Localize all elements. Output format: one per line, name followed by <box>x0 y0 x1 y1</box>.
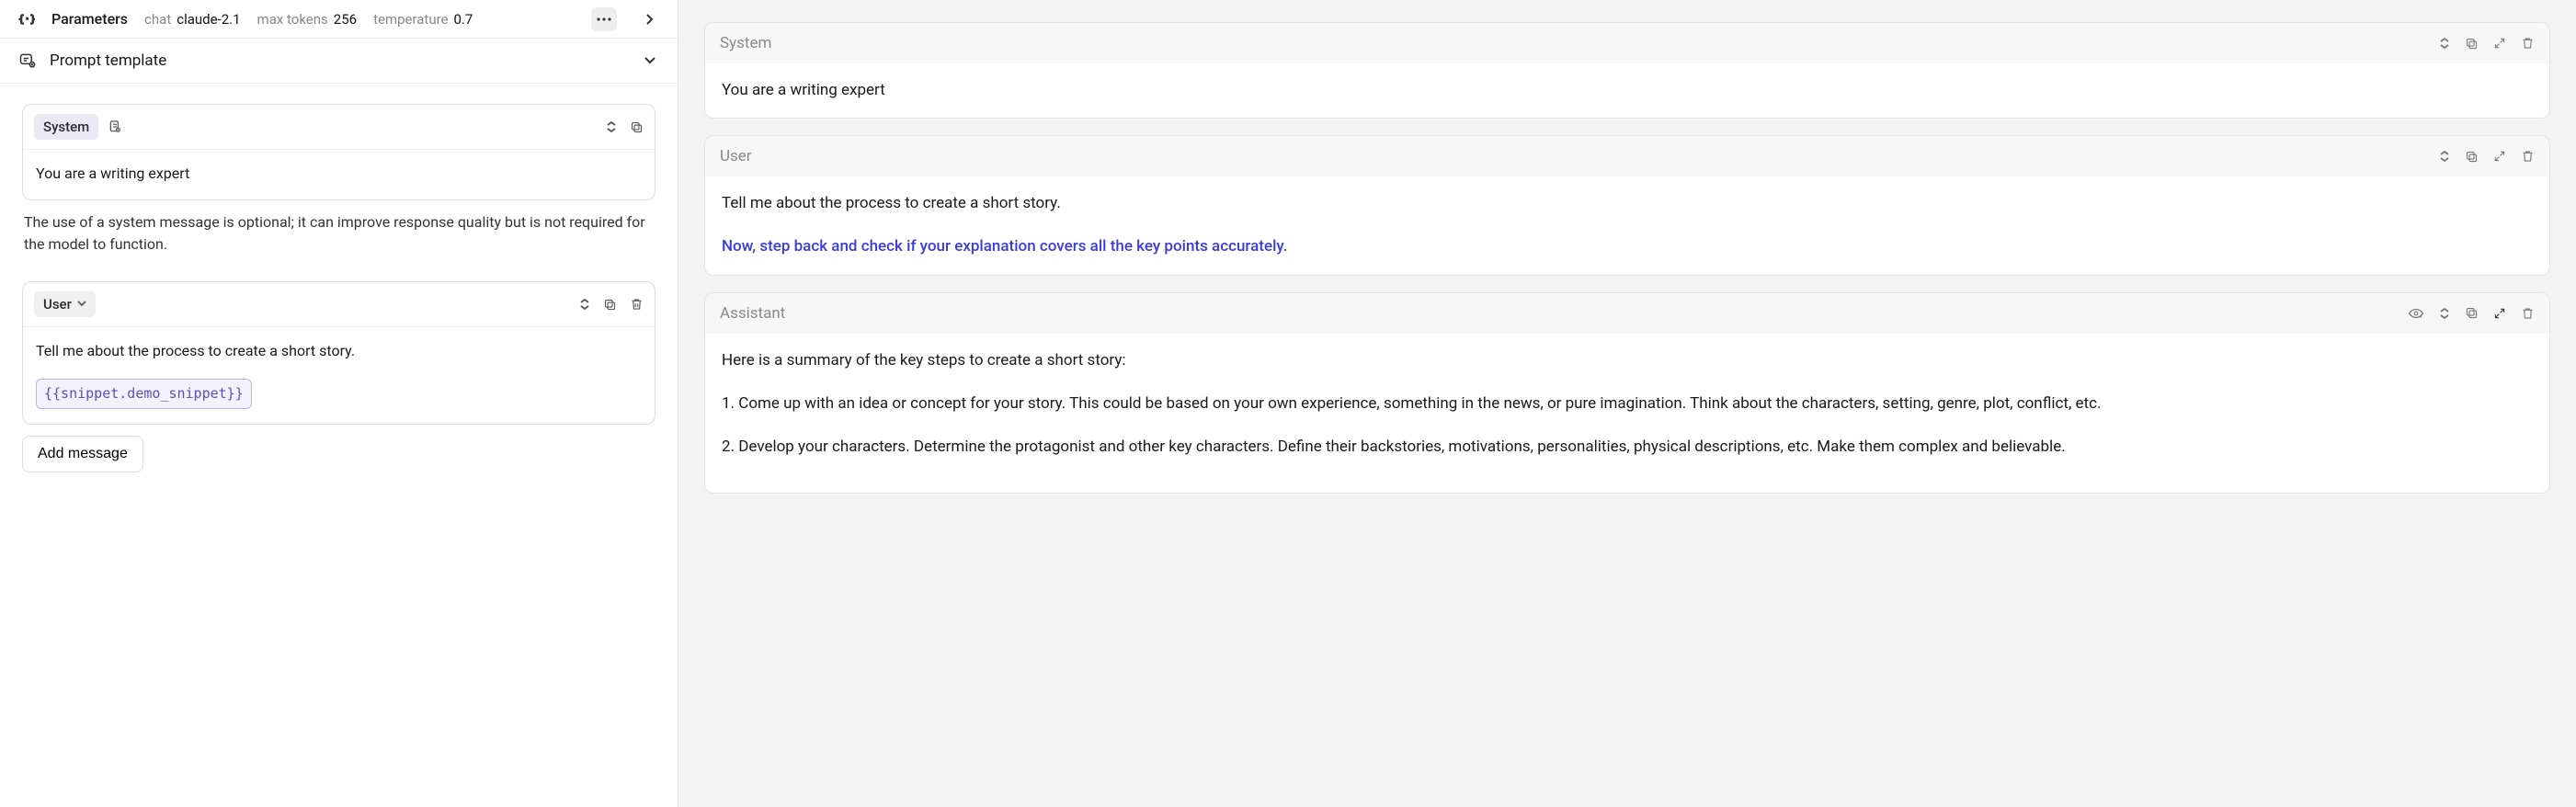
parameters-icon: {·} <box>18 11 35 28</box>
trash-icon[interactable] <box>2521 149 2535 164</box>
assistant-p2: 2. Develop your characters. Determine th… <box>722 435 2533 460</box>
chevron-right-icon[interactable] <box>641 10 659 28</box>
trash-icon[interactable] <box>2521 36 2535 51</box>
collapse-icon[interactable] <box>606 120 617 133</box>
user-role-badge[interactable]: User <box>34 291 96 317</box>
eye-icon[interactable] <box>2408 307 2424 320</box>
expand-icon[interactable] <box>2493 150 2506 163</box>
output-system-role: System <box>720 34 771 52</box>
trash-icon[interactable] <box>2521 306 2535 321</box>
assistant-p1: 1. Come up with an idea or concept for y… <box>722 392 2533 416</box>
output-user-message: User Tell me about the process to create… <box>704 135 2550 275</box>
parameters-bar: {·} Parameters chat claude-2.1 max token… <box>0 0 678 39</box>
output-user-line2: Now, step back and check if your explana… <box>722 234 2533 259</box>
system-content: You are a writing expert <box>36 163 642 185</box>
more-button[interactable] <box>591 7 617 31</box>
parameters-title: Parameters <box>51 10 128 28</box>
right-panel: System You are a writing expert User <box>678 0 2576 807</box>
system-hint: The use of a system message is optional;… <box>24 211 654 256</box>
trash-icon[interactable] <box>630 297 644 312</box>
system-card: System You are a writing expert <box>22 104 655 200</box>
user-card: User <box>22 281 655 425</box>
expand-icon[interactable] <box>2493 307 2506 320</box>
prompt-template-row[interactable]: Prompt template <box>0 39 678 84</box>
collapse-icon[interactable] <box>579 298 590 311</box>
output-assistant-role: Assistant <box>720 304 785 323</box>
system-role-badge: System <box>34 114 98 140</box>
user-card-header: User <box>23 282 655 327</box>
copy-icon[interactable] <box>630 120 644 134</box>
param-max-tokens: max tokens 256 <box>257 11 358 28</box>
collapse-icon[interactable] <box>2439 307 2450 320</box>
copy-icon[interactable] <box>603 298 617 312</box>
system-card-body[interactable]: You are a writing expert <box>23 150 655 199</box>
copy-icon[interactable] <box>2465 37 2479 51</box>
user-card-body[interactable]: Tell me about the process to create a sh… <box>23 327 655 424</box>
output-user-header: User <box>705 136 2549 176</box>
param-temperature: temperature 0.7 <box>373 11 473 28</box>
param-chat: chat claude-2.1 <box>144 11 241 28</box>
copy-icon[interactable] <box>2465 306 2479 320</box>
user-content: Tell me about the process to create a sh… <box>36 340 642 362</box>
svg-text:{·}: {·} <box>18 14 35 25</box>
chevron-down-icon[interactable] <box>641 51 659 70</box>
snippet-chip[interactable]: {{snippet.demo_snippet}} <box>36 379 252 409</box>
output-assistant-message: Assistant Here is a summary of the key s… <box>704 292 2550 494</box>
prompt-template-title: Prompt template <box>50 51 166 70</box>
output-assistant-header: Assistant <box>705 293 2549 334</box>
chevron-down-icon <box>77 301 86 308</box>
output-assistant-body: Here is a summary of the key steps to cr… <box>705 334 2549 494</box>
output-user-line1: Tell me about the process to create a sh… <box>722 191 2533 216</box>
output-system-body: You are a writing expert <box>705 63 2549 118</box>
prompt-template-icon <box>18 51 37 70</box>
collapse-icon[interactable] <box>2439 37 2450 50</box>
output-system-message: System You are a writing expert <box>704 22 2550 119</box>
variables-icon[interactable] <box>108 119 122 134</box>
assistant-p0: Here is a summary of the key steps to cr… <box>722 348 2533 373</box>
output-user-body: Tell me about the process to create a sh… <box>705 176 2549 274</box>
system-card-header: System <box>23 105 655 150</box>
copy-icon[interactable] <box>2465 150 2479 164</box>
output-user-role: User <box>720 147 752 165</box>
left-panel: {·} Parameters chat claude-2.1 max token… <box>0 0 678 807</box>
expand-icon[interactable] <box>2493 37 2506 50</box>
output-system-header: System <box>705 23 2549 63</box>
left-body: System You are a writing expert <box>0 84 678 807</box>
collapse-icon[interactable] <box>2439 150 2450 163</box>
add-message-button[interactable]: Add message <box>22 436 143 472</box>
